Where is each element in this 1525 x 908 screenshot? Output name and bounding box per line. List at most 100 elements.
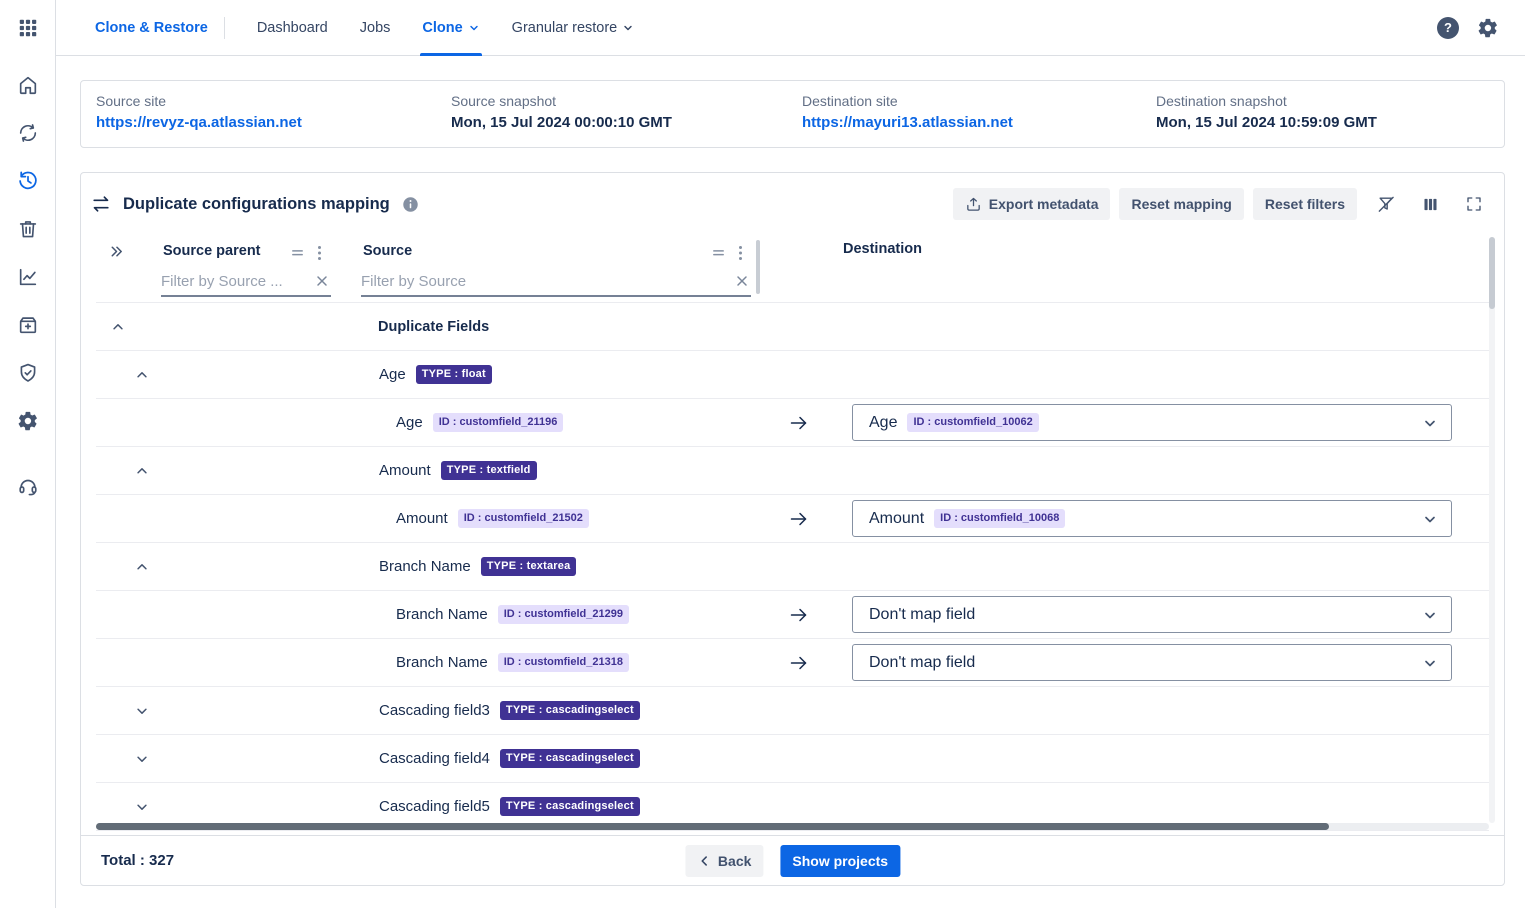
horizontal-scrollbar[interactable]	[96, 823, 1489, 830]
source-cell: AgeTYPE : float	[356, 365, 761, 383]
sidebar-security-button[interactable]	[17, 362, 39, 384]
destination-field-select[interactable]: Don't map field	[852, 596, 1452, 633]
app-sidebar	[0, 0, 56, 908]
collapse-group-icon[interactable]	[135, 560, 149, 574]
footer-actions: Back Show projects	[685, 845, 900, 877]
field-type-badge: TYPE : cascadingselect	[500, 701, 640, 719]
expand-all-rows-button[interactable]	[109, 244, 124, 259]
column-more-icon[interactable]	[738, 245, 743, 261]
columns-icon	[1422, 196, 1439, 213]
mapping-card-title: Duplicate configurations mapping	[123, 195, 390, 214]
sidebar-home-button[interactable]	[17, 74, 39, 96]
expand-group-icon[interactable]	[135, 704, 149, 718]
table-header: Source parent Source	[96, 235, 1489, 303]
destination-id-badge: ID : customfield_10068	[934, 509, 1065, 527]
table-row-cascading-field3: Cascading field3 TYPE : cascadingselect	[96, 687, 1489, 735]
destination-field-select[interactable]: Don't map field	[852, 644, 1452, 681]
table-row-branch-name: Branch NameID : customfield_21318Don't m…	[96, 639, 1489, 687]
destination-field-select[interactable]: AgeID : customfield_10062	[852, 404, 1452, 441]
source-field-label: Branch Name	[396, 606, 488, 623]
tab-granular-restore[interactable]: Granular restore	[512, 0, 635, 56]
history-icon	[17, 170, 39, 192]
mapping-card-actions: Export metadata Reset mapping Reset filt…	[953, 188, 1489, 220]
sidebar-import-button[interactable]	[17, 314, 39, 336]
sidebar-trash-button[interactable]	[17, 218, 39, 240]
source-parent-filter-input[interactable]	[161, 273, 313, 290]
app-title[interactable]: Clone & Restore	[95, 20, 208, 36]
transfer-icon	[91, 194, 111, 214]
sidebar-analytics-button[interactable]	[17, 266, 39, 288]
clear-all-filters-button[interactable]	[1371, 189, 1401, 219]
row-indent-cell	[96, 735, 356, 782]
vertical-scrollbar-thumb[interactable]	[1489, 237, 1495, 309]
column-more-icon[interactable]	[317, 245, 322, 261]
sidebar-support-button[interactable]	[17, 475, 39, 497]
back-button[interactable]: Back	[685, 845, 763, 877]
source-field-label: Duplicate Fields	[378, 319, 489, 335]
chevron-down-icon	[1422, 415, 1438, 431]
show-projects-button[interactable]: Show projects	[780, 845, 900, 877]
source-filter-input[interactable]	[361, 273, 733, 290]
source-snapshot-label: Source snapshot	[451, 93, 802, 109]
app-switcher-button[interactable]	[17, 17, 39, 39]
collapse-group-icon[interactable]	[135, 464, 149, 478]
destination-cell	[761, 687, 1489, 734]
export-metadata-button[interactable]: Export metadata	[953, 188, 1111, 220]
destination-cell: AgeID : customfield_10062	[761, 399, 1489, 446]
mapping-card-footer: Total : 327 Back Show projects	[81, 835, 1504, 885]
destination-field-select[interactable]: Amount ID : customfield_10068	[852, 500, 1452, 537]
nav-right-actions: ?	[1437, 17, 1499, 39]
destination-cell	[761, 351, 1489, 398]
source-field-label: Cascading field4	[379, 750, 490, 767]
vertical-scrollbar[interactable]	[1489, 237, 1495, 823]
trash-icon	[17, 218, 39, 240]
source-site-link[interactable]: https://revyz-qa.atlassian.net	[96, 114, 451, 131]
expand-group-icon[interactable]	[135, 752, 149, 766]
destination-field-value: Amount	[869, 510, 924, 528]
chevron-down-icon	[468, 22, 480, 34]
info-icon[interactable]	[402, 196, 419, 213]
source-field-label: Age	[396, 414, 423, 431]
help-button[interactable]: ?	[1437, 17, 1459, 39]
columns-button[interactable]	[1415, 189, 1445, 219]
destination-cell: Don't map field	[761, 591, 1489, 638]
table-row-branch-name: Branch NameTYPE : textarea	[96, 543, 1489, 591]
source-cell: AmountTYPE : textfield	[356, 461, 761, 479]
column-menu-icon[interactable]	[290, 245, 305, 260]
field-id-badge: ID : customfield_21196	[433, 413, 564, 431]
row-indent-cell	[96, 447, 356, 494]
clear-filter-icon[interactable]	[733, 274, 751, 288]
destination-cell	[761, 447, 1489, 494]
tab-clone[interactable]: Clone	[422, 0, 479, 56]
column-resize-handle[interactable]	[756, 240, 760, 294]
chevron-left-icon	[697, 854, 711, 868]
sidebar-clone-restore-button[interactable]	[17, 170, 39, 192]
horizontal-scrollbar-thumb[interactable]	[96, 823, 1329, 830]
home-icon	[17, 74, 39, 96]
chevron-down-icon	[1422, 655, 1438, 671]
destination-field-value: Don't map field	[869, 606, 975, 624]
tab-dashboard[interactable]: Dashboard	[257, 0, 328, 56]
reset-filters-button[interactable]: Reset filters	[1253, 188, 1357, 220]
tab-jobs[interactable]: Jobs	[360, 0, 391, 56]
collapse-group-icon[interactable]	[135, 368, 149, 382]
collapse-group-icon[interactable]	[111, 320, 125, 334]
gear-icon	[1477, 17, 1499, 39]
source-cell: Duplicate Fields	[356, 319, 761, 335]
source-field-label: Cascading field3	[379, 702, 490, 719]
expand-group-icon[interactable]	[135, 800, 149, 814]
mapping-card: Duplicate configurations mapping Export …	[80, 172, 1505, 886]
shield-check-icon	[17, 362, 39, 384]
app-grid-icon	[17, 17, 39, 39]
reset-mapping-button[interactable]: Reset mapping	[1119, 188, 1243, 220]
settings-button[interactable]	[1477, 17, 1499, 39]
row-indent-cell	[96, 591, 356, 638]
destination-site-link[interactable]: https://mayuri13.atlassian.net	[802, 114, 1156, 131]
row-indent-cell	[96, 351, 356, 398]
sidebar-migration-button[interactable]	[17, 122, 39, 144]
sidebar-settings-button[interactable]	[17, 410, 39, 432]
column-menu-icon[interactable]	[711, 245, 726, 260]
source-field-label: Branch Name	[396, 654, 488, 671]
fullscreen-button[interactable]	[1459, 189, 1489, 219]
clear-filter-icon[interactable]	[313, 274, 331, 288]
